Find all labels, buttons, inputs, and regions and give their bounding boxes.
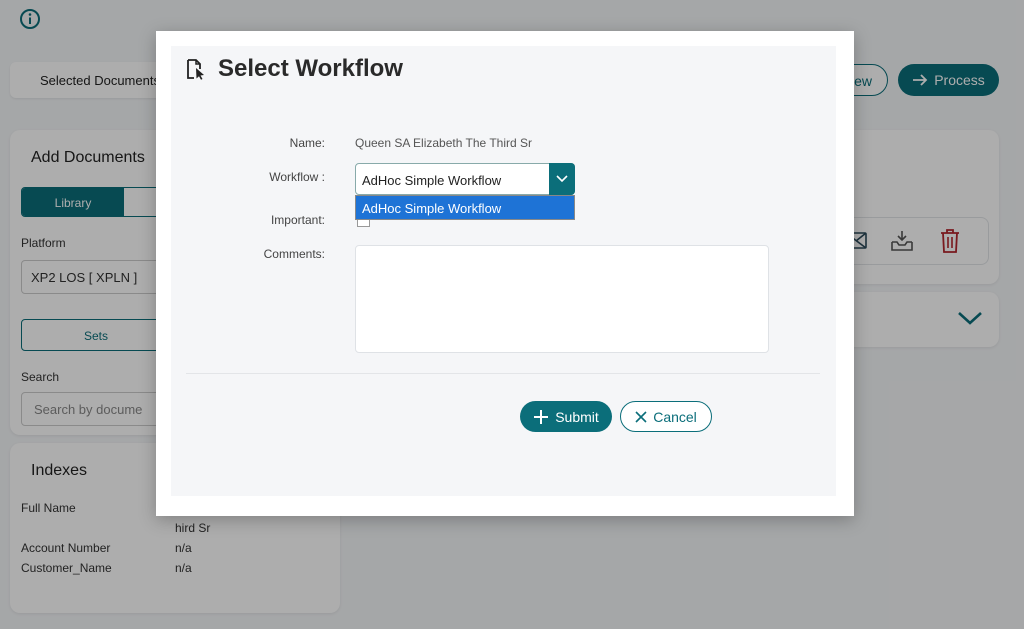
comments-label: Comments:: [263, 247, 325, 261]
dropdown-toggle[interactable]: [549, 163, 575, 195]
document-pointer-icon: [187, 59, 204, 80]
plus-icon: [534, 409, 549, 424]
divider: [186, 373, 820, 374]
cancel-button-label: Cancel: [653, 408, 697, 425]
name-value: Queen SA Elizabeth The Third Sr: [355, 136, 532, 150]
comments-textarea[interactable]: [355, 245, 769, 353]
close-icon: [635, 410, 647, 423]
workflow-label: Workflow :: [269, 170, 325, 184]
workflow-select[interactable]: AdHoc Simple Workflow: [355, 163, 575, 195]
workflow-option-label: AdHoc Simple Workflow: [362, 201, 502, 216]
caret-down-icon: [556, 175, 568, 183]
dialog-body: Select Workflow Name: Queen SA Elizabeth…: [171, 46, 836, 496]
select-workflow-dialog: Select Workflow Name: Queen SA Elizabeth…: [156, 31, 854, 516]
workflow-option[interactable]: AdHoc Simple Workflow: [355, 195, 575, 220]
cancel-button[interactable]: Cancel: [620, 401, 712, 432]
submit-button[interactable]: Submit: [520, 401, 612, 432]
dialog-title: Select Workflow: [218, 55, 403, 82]
workflow-selected-value: AdHoc Simple Workflow: [362, 173, 502, 188]
name-label: Name:: [289, 136, 325, 150]
submit-button-label: Submit: [555, 408, 599, 425]
important-label: Important:: [270, 213, 325, 227]
